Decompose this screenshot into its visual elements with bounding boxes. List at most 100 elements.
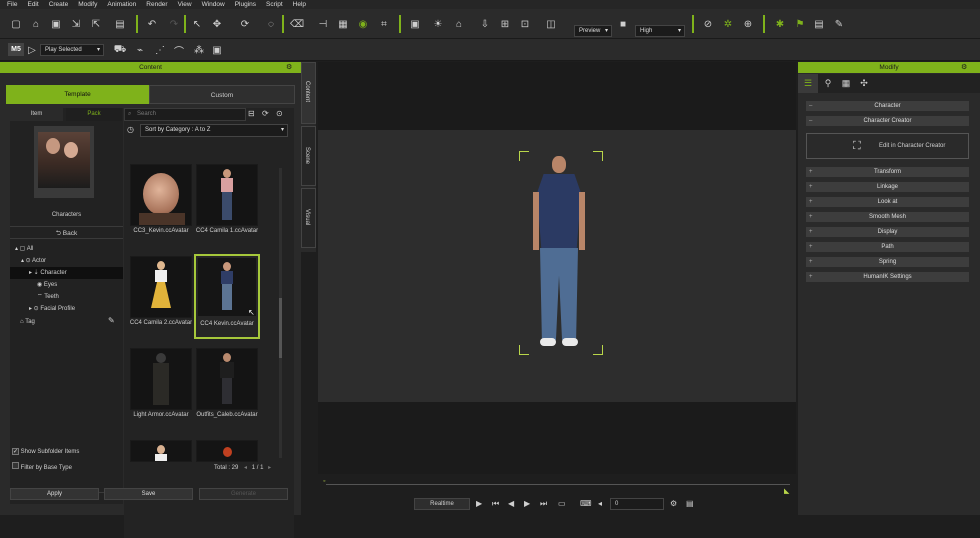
undo-icon[interactable]: ↶ [145, 17, 159, 31]
flag-icon[interactable]: ⚑ [793, 17, 807, 31]
panel-settings-icon[interactable]: ⚙ [286, 63, 292, 71]
path-icon[interactable]: ⌁ [133, 43, 147, 57]
settings-icon[interactable]: ⚙ [670, 499, 677, 508]
checker-material-icon[interactable]: ▦ [838, 74, 854, 93]
filter-icon[interactable]: ⊟ [248, 109, 255, 118]
item-thumbnail[interactable] [130, 256, 192, 318]
visibility-eye-icon[interactable]: ◉ [356, 17, 370, 31]
item-thumbnail[interactable] [196, 440, 258, 462]
item-thumbnail[interactable] [130, 348, 192, 410]
sun-light-icon[interactable]: ▣ [408, 17, 422, 31]
tree-item-actor[interactable]: ▴ ⊙ Actor [10, 255, 123, 267]
tree-item-tag[interactable]: ⌂ Tag [10, 316, 123, 328]
snap-icon[interactable]: ⊣ [316, 17, 330, 31]
play-selected-dropdown[interactable]: Play Selected ▾ [40, 44, 104, 56]
step-back-icon[interactable]: ◀ [508, 499, 514, 508]
folder-preview[interactable] [34, 126, 94, 198]
go-end-icon[interactable]: ⏭ [540, 499, 547, 509]
prev-page-icon[interactable]: ◂ [244, 465, 247, 471]
save-button[interactable]: Save [104, 488, 193, 500]
menu-plugins[interactable]: Plugins [230, 0, 261, 9]
menu-script[interactable]: Script [261, 0, 288, 9]
section-spring[interactable]: + Spring [806, 257, 969, 267]
tree-item-all[interactable]: ▴ ▢ All [10, 243, 123, 255]
generate-button[interactable]: Generate [199, 488, 288, 500]
item-thumbnail[interactable] [196, 164, 258, 226]
subtab-pack[interactable]: Pack [66, 108, 122, 121]
volume-icon[interactable]: ◂ [598, 499, 602, 508]
tree-item-character[interactable]: ▸ ⇣ Character [10, 267, 123, 279]
section-smooth-mesh[interactable]: + Smooth Mesh [806, 212, 969, 222]
boundary-icon[interactable]: ▣ [210, 43, 224, 57]
vtab-visual[interactable]: Visual [301, 188, 316, 248]
export-icon[interactable]: ⇱ [89, 17, 103, 31]
item-thumbnail[interactable] [196, 348, 258, 410]
physics-icon[interactable]: ✣ [856, 74, 872, 93]
tree-item-facial-profile[interactable]: ▸ ⊙ Facial Profile [10, 303, 123, 315]
menu-help[interactable]: Help [288, 0, 311, 9]
rotate-icon[interactable]: ⟳ [238, 17, 252, 31]
eraser-icon[interactable]: ⌫ [290, 17, 304, 31]
crowd-icon[interactable]: ⁂ [192, 43, 206, 57]
section-humanik-settings[interactable]: + HumanIK Settings [806, 272, 969, 282]
tab-template[interactable]: Template [6, 85, 149, 104]
play-icon[interactable]: ▷ [25, 43, 39, 57]
reach-target-icon[interactable]: ▤ [812, 17, 826, 31]
search-input[interactable]: ⌕ Search [124, 108, 246, 121]
import-icon[interactable]: ⇲ [69, 17, 83, 31]
scale-icon[interactable]: ◌ [264, 17, 278, 31]
camera-icon[interactable]: ■ [616, 17, 630, 31]
menu-render[interactable]: Render [141, 0, 172, 9]
view-grid-icon[interactable]: ⊡ [518, 17, 532, 31]
node-icon[interactable]: ⋰ [153, 43, 167, 57]
back-button[interactable]: ⮌ Back [10, 226, 123, 239]
panel-settings-icon[interactable]: ⚙ [961, 63, 967, 71]
edit-in-character-creator-button[interactable]: ⛶ Edit in Character Creator [806, 133, 969, 159]
refresh-icon[interactable]: ⟳ [262, 109, 269, 118]
edit-pose-icon[interactable]: ✎ [832, 17, 846, 31]
playback-mode-button[interactable]: Realtime [414, 498, 470, 510]
frame-input[interactable]: 0 [610, 498, 664, 510]
open-folder-icon[interactable]: ⌂ [29, 17, 43, 31]
section-linkage[interactable]: + Linkage [806, 182, 969, 192]
character-rig-icon[interactable]: ✲ [721, 17, 735, 31]
align-icon[interactable]: ▦ [336, 17, 350, 31]
section-path[interactable]: + Path [806, 242, 969, 252]
vtab-scene[interactable]: Scene [301, 126, 316, 186]
grid-scrollbar-thumb[interactable] [279, 298, 282, 358]
item-thumbnail[interactable] [130, 164, 192, 226]
frame-selected-icon[interactable]: ⊞ [498, 17, 512, 31]
section-look-at[interactable]: + Look at [806, 197, 969, 207]
filter-base-type-checkbox[interactable]: Filter by Base Type [12, 462, 72, 472]
light-settings-icon[interactable]: ☀ [431, 17, 445, 31]
vehicle-icon[interactable]: ⛟ [113, 43, 127, 57]
bone-pick-icon[interactable]: ⊘ [701, 17, 715, 31]
select-arrow-icon[interactable]: ↖ [190, 17, 204, 31]
menu-window[interactable]: Window [197, 0, 230, 9]
tab-custom[interactable]: Custom [149, 85, 295, 104]
quality-dropdown[interactable]: High ▾ [635, 25, 685, 37]
terrain-icon[interactable]: ⌒ [172, 43, 186, 58]
subtab-item[interactable]: Item [10, 108, 63, 121]
tree-item-eyes[interactable]: ◉ Eyes [10, 279, 123, 291]
preview-dropdown[interactable]: Preview ▾ [574, 25, 612, 37]
section-character-creator[interactable]: – Character Creator [806, 116, 969, 126]
motion-figure-icon[interactable]: ⚲ [820, 74, 836, 93]
render-icon[interactable]: ▤ [113, 17, 127, 31]
vtab-content[interactable]: Content [301, 62, 316, 124]
show-subfolder-checkbox[interactable]: ✓ Show Subfolder Items [12, 448, 79, 456]
attach-icon[interactable]: ⊕ [741, 17, 755, 31]
page-number[interactable]: 1 [252, 465, 255, 471]
section-character[interactable]: – Character [806, 101, 969, 111]
motion-icon[interactable]: ✱ [773, 17, 787, 31]
menu-modify[interactable]: Modify [73, 0, 102, 9]
home-view-icon[interactable]: ⌂ [452, 17, 466, 31]
next-page-icon[interactable]: ▸ [268, 465, 271, 471]
caption-icon[interactable]: ⌨ [580, 499, 592, 508]
apply-button[interactable]: Apply [10, 488, 99, 500]
section-transform[interactable]: + Transform [806, 167, 969, 177]
timeline-end-marker[interactable]: ◣ [784, 487, 789, 495]
item-thumbnail[interactable] [130, 440, 192, 462]
save-icon[interactable]: ▣ [49, 17, 63, 31]
redo-icon[interactable]: ↷ [167, 17, 181, 31]
